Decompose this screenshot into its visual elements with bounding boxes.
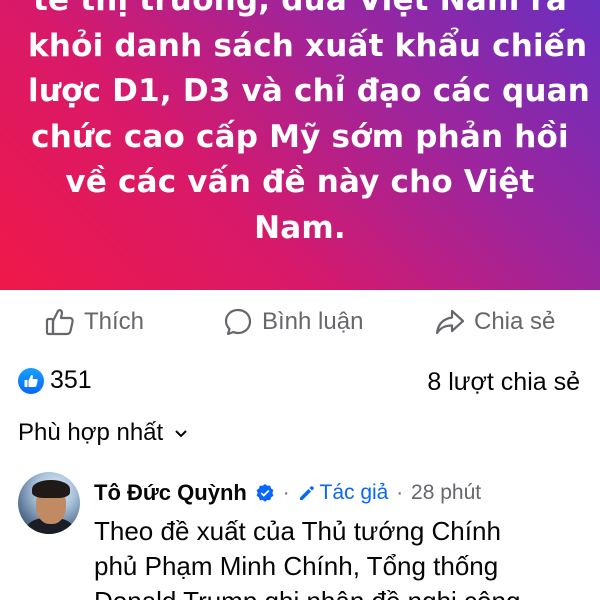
comment-timestamp[interactable]: 28 phút <box>411 481 481 505</box>
share-button[interactable]: Chia sẻ <box>434 306 555 338</box>
comment-label: Bình luận <box>262 308 364 335</box>
verified-badge-icon <box>256 484 274 502</box>
share-arrow-icon <box>435 309 465 335</box>
comment-header: Tô Đức Quỳnh · Tác giả · 28 phút <box>94 480 481 506</box>
post-text-line: Nam. <box>254 209 346 246</box>
share-label: Chia sẻ <box>474 308 556 335</box>
comment-text-line: phủ Phạm Minh Chính, Tổng thống <box>94 551 499 581</box>
post-text-line: khỏi danh sách xuất khẩu chiến <box>28 27 588 64</box>
comment-item: Tô Đức Quỳnh · Tác giả · 28 phút Theo đề… <box>18 472 600 600</box>
like-reaction-icon <box>18 367 44 394</box>
separator-dot: · <box>396 481 404 504</box>
thumbs-up-icon <box>45 309 74 336</box>
like-label: Thích <box>84 308 145 335</box>
post-stats: 351 8 lượt chia sẻ <box>0 366 600 402</box>
avatar[interactable] <box>18 472 80 534</box>
comment-button[interactable]: Bình luận <box>222 306 363 338</box>
post-text-line: về các vấn đề này cho Việt <box>65 164 535 200</box>
post-background: tế thị trường, đưa Việt Nam ra khỏi danh… <box>0 0 600 290</box>
reaction-count[interactable]: 351 <box>18 366 92 395</box>
comment-text-line: Donald Trump ghi nhận đề nghị công <box>94 584 594 600</box>
separator-dot: · <box>282 481 290 504</box>
post-text-line: lược D1, D3 và chỉ đạo các quan <box>28 73 591 109</box>
post-text: tế thị trường, đưa Việt Nam ra khỏi danh… <box>0 0 600 251</box>
post-actions-bar: Thích Bình luận Chia sẻ <box>0 290 600 354</box>
pencil-icon <box>299 486 314 500</box>
author-badge: Tác giả <box>298 481 389 505</box>
commenter-name[interactable]: Tô Đức Quỳnh <box>94 480 247 506</box>
sort-label: Phù hợp nhất <box>18 419 164 446</box>
post-text-line: tế thị trường, đưa Việt Nam ra <box>32 0 568 18</box>
comment-sort-dropdown[interactable]: Phù hợp nhất <box>18 419 189 447</box>
author-badge-label: Tác giả <box>319 481 389 504</box>
like-count-text: 351 <box>50 366 92 394</box>
share-count[interactable]: 8 lượt chia sẻ <box>427 368 580 397</box>
comment-text: Theo đề xuất của Thủ tướng Chính phủ Phạ… <box>94 514 594 600</box>
chevron-down-icon <box>175 430 187 438</box>
comment-text-line: Theo đề xuất của Thủ tướng Chính <box>94 516 501 546</box>
speech-bubble-icon <box>224 308 252 336</box>
post-text-line: chức cao cấp Mỹ sớm phản hồi <box>31 118 569 155</box>
like-button[interactable]: Thích <box>44 306 144 338</box>
